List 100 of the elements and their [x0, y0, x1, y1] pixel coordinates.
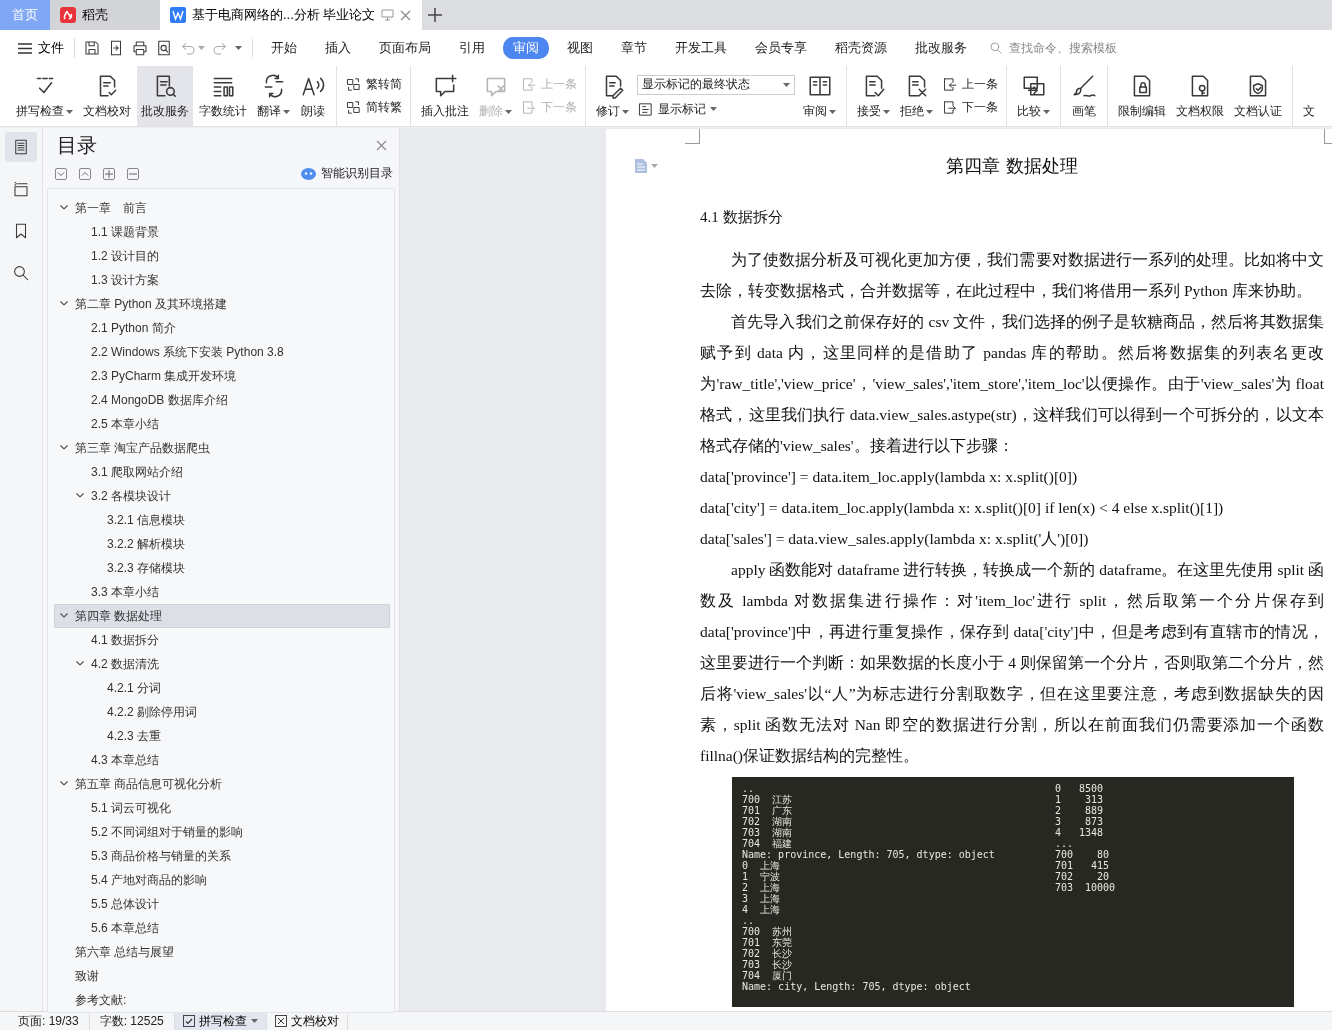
ribbon-tab[interactable]: 插入	[315, 37, 361, 59]
toc-item[interactable]: 5.1 词云可视化	[54, 796, 390, 820]
chevron-icon[interactable]	[59, 202, 69, 212]
ribbon-button[interactable]: 文档权限	[1172, 66, 1228, 126]
toc-item[interactable]: 3.2.3 存储模块	[54, 556, 390, 580]
toc-item[interactable]: 3.2 各模块设计	[54, 484, 390, 508]
ribbon-button[interactable]: 画笔	[1067, 66, 1101, 126]
ribbon-button[interactable]: 插入批注	[417, 66, 473, 126]
console-line: ..	[742, 783, 756, 794]
toc-item[interactable]: 第三章 淘宝产品数据爬虫	[54, 436, 390, 460]
toc-item[interactable]: 2.4 MongoDB 数据库介绍	[54, 388, 390, 412]
toc-item[interactable]: 4.3 本章总结	[54, 748, 390, 772]
toc-item[interactable]: 4.1 数据拆分	[54, 628, 390, 652]
ribbon-button[interactable]: 显示标记	[637, 100, 795, 118]
document-tab[interactable]: 基于电商网络的...分析 毕业论文	[160, 0, 422, 30]
close-icon[interactable]	[400, 9, 412, 21]
ribbon-tab[interactable]: 开发工具	[665, 37, 737, 59]
ribbon-tab[interactable]: 会员专享	[745, 37, 817, 59]
toc-item[interactable]: 2.3 PyCharm 集成开发环境	[54, 364, 390, 388]
toc-item[interactable]: 2.2 Windows 系统下安装 Python 3.8	[54, 340, 390, 364]
console-line: 0 上海	[742, 860, 781, 871]
ribbon-button[interactable]: 拼写检查	[12, 66, 77, 126]
toc-item[interactable]: 4.2.2 剔除停用词	[54, 700, 390, 724]
toc-item[interactable]: 3.2.2 解析模块	[54, 532, 390, 556]
chevron-icon[interactable]	[59, 610, 69, 620]
chevron-icon[interactable]	[59, 298, 69, 308]
chevron-icon[interactable]	[59, 778, 69, 788]
toc-item[interactable]: 2.5 本章小结	[54, 412, 390, 436]
toc-item[interactable]: 3.3 本章小结	[54, 580, 390, 604]
toc-item[interactable]: 5.2 不同词组对于销量的影响	[54, 820, 390, 844]
command-search-field[interactable]: 查找命令、搜索模板	[989, 40, 1151, 56]
crop-mark	[685, 129, 700, 144]
toc-item[interactable]: 第二章 Python 及其环境搭建	[54, 292, 390, 316]
ribbon-button[interactable]: 修订	[592, 66, 633, 126]
console-line: 701 广东	[742, 805, 794, 816]
word-count: 字数: 12525	[89, 1012, 175, 1030]
ribbon-button[interactable]: 批改服务	[137, 66, 193, 126]
ribbon-button[interactable]: 限制编辑	[1114, 66, 1170, 126]
proofread-button[interactable]: 文档校对	[266, 1012, 348, 1030]
ribbon-tab[interactable]: 批改服务	[905, 37, 977, 59]
ribbon-button[interactable]: 下一条	[941, 99, 998, 116]
toc-item[interactable]: 4.2.1 分词	[54, 676, 390, 700]
ribbon-button[interactable]: 接受	[853, 66, 894, 126]
ribbon-button[interactable]: 文档认证	[1230, 66, 1286, 126]
toc-item[interactable]: 第六章 总结与展望	[54, 940, 390, 964]
ribbon-tab[interactable]: 稻壳资源	[825, 37, 897, 59]
add-level-button[interactable]	[103, 167, 115, 180]
toc-item[interactable]: 第一章 前言	[54, 196, 390, 220]
expand-all-button[interactable]	[55, 167, 67, 180]
ribbon-tab[interactable]: 页面布局	[369, 37, 441, 59]
previous-icon	[520, 76, 537, 93]
toc-item[interactable]: 3.2.1 信息模块	[54, 508, 390, 532]
chevron-down-icon	[57, 170, 65, 177]
toc-item[interactable]: 5.4 产地对商品的影响	[54, 868, 390, 892]
ribbon-tab[interactable]: 开始	[261, 37, 307, 59]
ribbon-button[interactable]: 文	[1299, 66, 1319, 126]
sidebar-tool[interactable]	[5, 132, 37, 162]
remove-level-button[interactable]	[127, 167, 139, 180]
toc-item[interactable]: 5.6 本章总结	[54, 916, 390, 940]
ribbon-button[interactable]: 拒绝	[896, 66, 937, 126]
markup-dropdown[interactable]: 显示标记的最终状态	[637, 74, 795, 95]
ribbon-button[interactable]: 繁转简	[345, 76, 402, 93]
ribbon-tab[interactable]: 引用	[449, 37, 495, 59]
toc-item[interactable]: 参考文献:	[54, 988, 390, 1012]
file-menu[interactable]: 文件	[12, 38, 75, 58]
ribbon-button[interactable]: 比较	[1013, 66, 1054, 126]
toc-item[interactable]: 1.2 设计目的	[54, 244, 390, 268]
chevron-icon[interactable]	[75, 658, 85, 668]
app-tab[interactable]: 稻壳	[50, 0, 160, 30]
brush-icon	[1071, 73, 1097, 99]
ribbon-button[interactable]: 简转繁	[345, 99, 402, 116]
console-line: 704 厦门	[742, 970, 794, 981]
toc-item[interactable]: 1.3 设计方案	[54, 268, 390, 292]
toc-item[interactable]: 5.3 商品价格与销量的关系	[54, 844, 390, 868]
smart-toc-link[interactable]: 智能识别目录	[301, 165, 393, 182]
console-line: ...	[1054, 838, 1074, 849]
toc-item[interactable]: 5.5 总体设计	[54, 892, 390, 916]
toc-item[interactable]: 第五章 商品信息可视化分析	[54, 772, 390, 796]
chevron-icon[interactable]	[75, 490, 85, 500]
ribbon-tab[interactable]: 审阅	[503, 37, 549, 59]
paragraph: apply 函数能对 dataframe 进行转换，转换成一个新的 dataframe。在这里先使用 split 函数及 lambda 对数据集进行操作：对'item_loc'进行 split，然后取第一个分片保存到 data['province']中，再进行重复操作，保存到 data['city']中，但是考虑到有直辖市的情况，这里要进行一个判断：如果数据的长度小于 4 则保留第一个分片，否则取第二个分片，然后将'view_sales'以“人”为标志进行分割取数字，但在这里要注意，考虑到数据缺失的因素，split 函数无法对 Nan 即空的数据进行分割，所以在前面我们仍需要添加一个函数 fillna()保证数据结构的完整性。	[700, 560, 1324, 766]
close-icon[interactable]	[376, 140, 387, 151]
collapse-all-button[interactable]	[79, 167, 91, 180]
ribbon-button[interactable]: 翻译	[253, 66, 294, 126]
ribbon-tab[interactable]: 视图	[557, 37, 603, 59]
ribbon-button[interactable]: 审阅	[799, 66, 840, 126]
toc-item[interactable]: 1.1 课题背景	[54, 220, 390, 244]
new-tab-icon[interactable]	[428, 8, 442, 22]
ribbon-button[interactable]: 上一条	[941, 76, 998, 93]
toc-item[interactable]: 致谢	[54, 964, 390, 988]
ribbon-tab[interactable]: 章节	[611, 37, 657, 59]
chevron-icon[interactable]	[59, 442, 69, 452]
toc-item[interactable]: 第四章 数据处理	[54, 604, 390, 628]
toc-item[interactable]: 3.1 爬取网站介绍	[54, 460, 390, 484]
toc-item[interactable]: 4.2 数据清洗	[54, 652, 390, 676]
ribbon-button[interactable]: 朗读	[296, 66, 330, 126]
toc-item[interactable]: 4.2.3 去重	[54, 724, 390, 748]
ribbon-button[interactable]: 字数统计	[195, 66, 251, 126]
toc-item[interactable]: 2.1 Python 简介	[54, 316, 390, 340]
ribbon-button[interactable]: 文档校对	[79, 66, 135, 126]
